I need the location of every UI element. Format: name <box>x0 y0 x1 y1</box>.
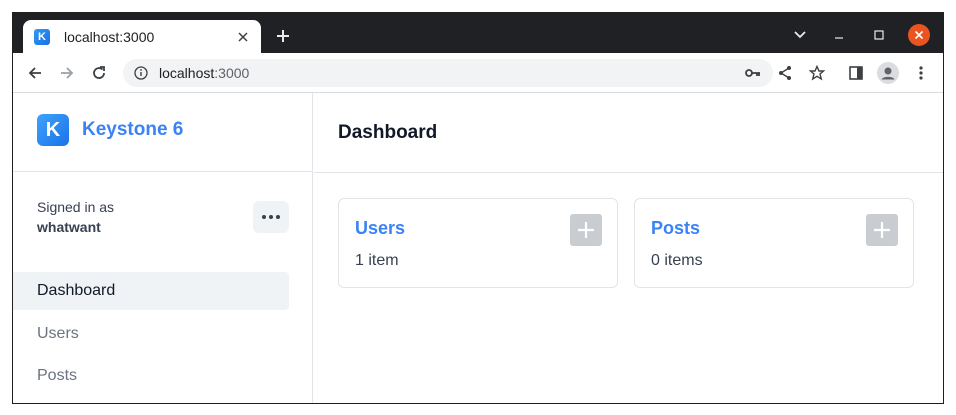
share-icon <box>779 66 791 80</box>
username: whatwant <box>37 219 101 235</box>
share-button[interactable] <box>773 61 797 85</box>
maximize-icon <box>874 30 884 40</box>
page-content: K Keystone 6 Signed in as whatwant Dashb… <box>13 93 943 403</box>
reload-icon <box>93 66 105 79</box>
side-panel-icon <box>849 66 863 80</box>
forward-button[interactable] <box>55 61 79 85</box>
browser-window: K localhost:3000 localhost:3000 K Keysto… <box>12 12 944 404</box>
browser-toolbar: localhost:3000 <box>13 53 943 93</box>
forward-icon <box>61 67 74 79</box>
close-icon <box>908 24 930 46</box>
divider <box>13 171 313 172</box>
user-menu-button[interactable] <box>253 201 289 233</box>
brand-link[interactable]: K Keystone 6 <box>37 114 183 146</box>
main-header: Dashboard <box>314 93 943 173</box>
chevron-down-icon <box>794 31 806 39</box>
signed-in-label: Signed in as <box>37 199 115 215</box>
bookmark-button[interactable] <box>805 61 829 85</box>
create-post-button[interactable] <box>866 214 898 246</box>
nav-item-dashboard[interactable]: Dashboard <box>13 272 289 310</box>
profile-button[interactable] <box>876 61 900 85</box>
maximize-button[interactable] <box>868 24 890 46</box>
list-card-users[interactable]: Users 1 item <box>338 198 618 288</box>
minimize-button[interactable] <box>828 24 850 46</box>
back-icon <box>28 67 41 79</box>
key-icon <box>745 69 760 77</box>
tab-close-icon[interactable] <box>235 29 251 45</box>
card-count: 1 item <box>355 252 399 269</box>
star-icon <box>809 65 825 81</box>
nav-item-posts[interactable]: Posts <box>13 357 289 395</box>
list-card-posts[interactable]: Posts 0 items <box>634 198 914 288</box>
back-button[interactable] <box>23 61 47 85</box>
address-bar[interactable]: localhost:3000 <box>123 59 773 87</box>
info-icon[interactable] <box>133 65 149 81</box>
reload-button[interactable] <box>87 61 111 85</box>
card-title[interactable]: Users <box>355 218 405 239</box>
plus-icon <box>874 222 890 238</box>
tab-strip: K localhost:3000 <box>13 13 943 53</box>
signed-in-info: Signed in as whatwant <box>37 197 114 237</box>
tab-search-button[interactable] <box>789 24 811 46</box>
close-window-button[interactable] <box>908 24 930 46</box>
page-title: Dashboard <box>338 122 438 143</box>
plus-icon <box>578 222 594 238</box>
password-key-button[interactable] <box>741 61 765 85</box>
plus-icon <box>277 30 289 42</box>
menu-button[interactable] <box>909 61 933 85</box>
minimize-icon <box>835 37 843 39</box>
url-text: localhost:3000 <box>159 65 250 81</box>
card-count: 0 items <box>651 252 703 269</box>
more-dots-icon <box>262 215 266 219</box>
sidebar: K Keystone 6 Signed in as whatwant Dashb… <box>13 93 313 403</box>
brand-name: Keystone 6 <box>82 119 184 140</box>
card-title[interactable]: Posts <box>651 218 700 239</box>
favicon-icon: K <box>34 28 50 45</box>
kebab-menu-icon <box>919 66 923 80</box>
browser-tab[interactable]: K localhost:3000 <box>23 20 261 53</box>
new-tab-button[interactable] <box>271 24 295 48</box>
profile-icon <box>877 62 899 84</box>
tab-title: localhost:3000 <box>64 28 155 45</box>
create-user-button[interactable] <box>570 214 602 246</box>
nav-item-users[interactable]: Users <box>13 315 289 353</box>
keystone-logo-icon: K <box>37 114 69 146</box>
side-panel-button[interactable] <box>844 61 868 85</box>
